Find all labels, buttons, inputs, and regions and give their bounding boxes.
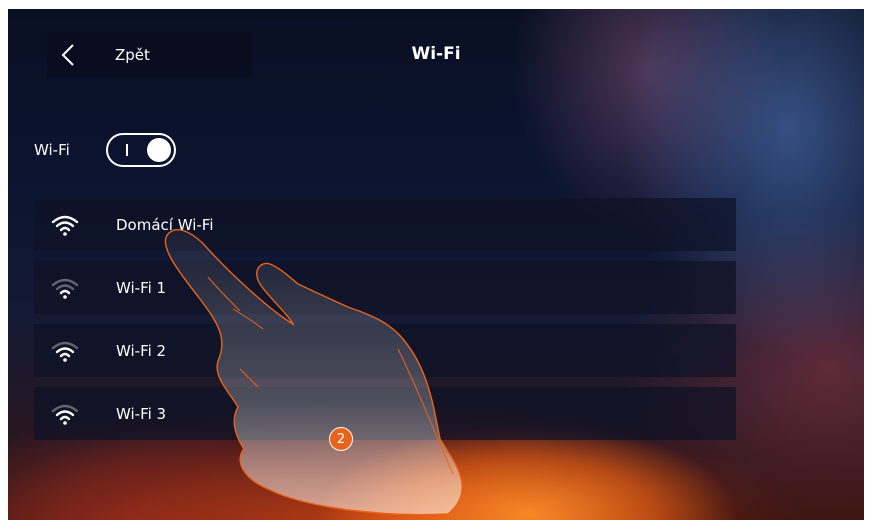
hand-outline bbox=[164, 229, 463, 516]
pointing-hand-illustration bbox=[164, 229, 463, 516]
step-number-badge: 2 bbox=[329, 427, 353, 451]
touch-screen: Zpět Wi-Fi Wi-Fi Domácí Wi-Fi Wi-Fi 1 Wi… bbox=[8, 9, 864, 520]
